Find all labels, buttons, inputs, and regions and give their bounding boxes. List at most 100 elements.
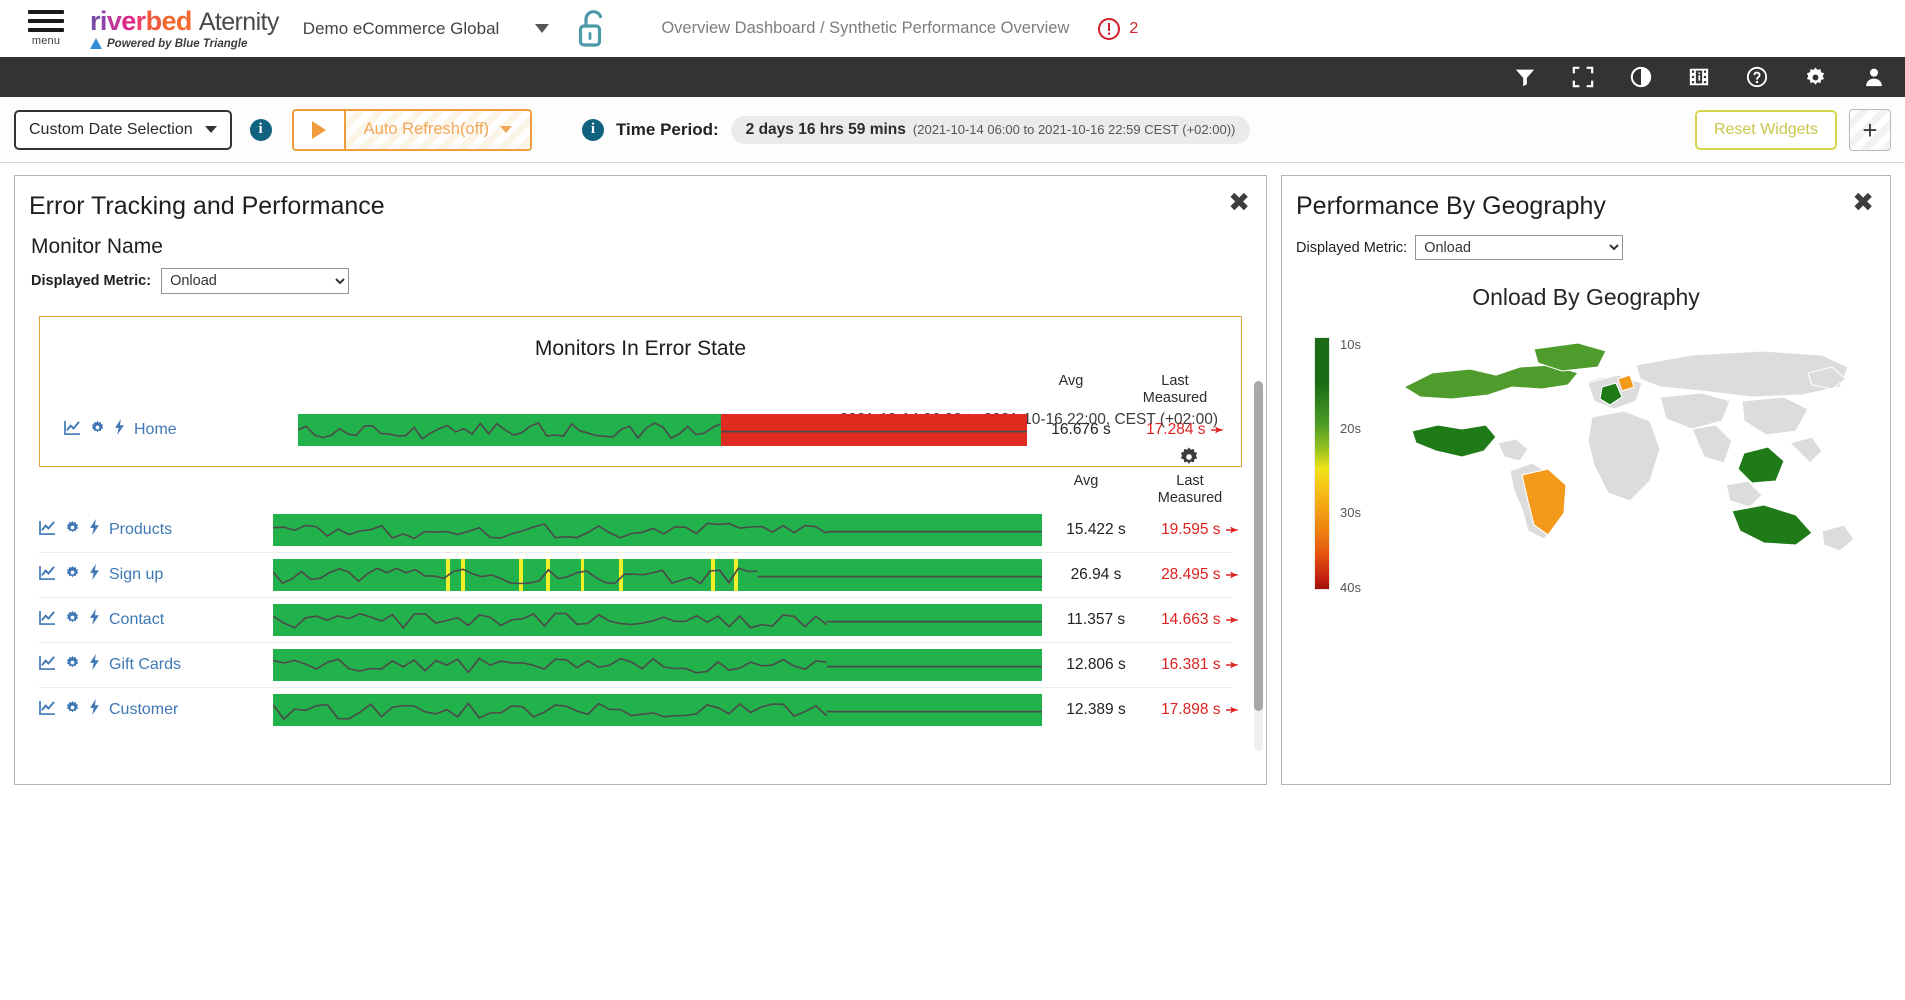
col-header-last-measured: Last Measured xyxy=(1157,472,1223,507)
monitor-name-link[interactable]: Gift Cards xyxy=(109,656,181,674)
monitor-name-link[interactable]: Sign up xyxy=(109,566,163,584)
monitor-last-measured-value: 14.663 s ➛ xyxy=(1144,610,1256,630)
map-region-united-states[interactable] xyxy=(1411,424,1497,458)
row-gear-icon[interactable] xyxy=(90,420,105,440)
auto-refresh-label: Auto Refresh(off) xyxy=(363,120,489,138)
monitors-in-error-state-box: Monitors In Error State Avg Last Measured… xyxy=(39,316,1242,467)
lightning-bolt-icon[interactable] xyxy=(114,419,125,440)
world-map-area: 10s 20s 30s 40s xyxy=(1282,325,1890,715)
monitor-sparkline[interactable] xyxy=(273,513,1042,546)
chart-icon[interactable] xyxy=(39,700,56,720)
monitor-sparkline[interactable] xyxy=(298,413,1027,446)
lightning-bolt-icon[interactable] xyxy=(89,564,100,585)
monitor-last-measured-value: 19.595 s ➛ xyxy=(1144,520,1256,540)
monitor-row[interactable]: Sign up 26.94 s 28.495 s ➛ xyxy=(15,553,1256,597)
chevron-down-icon xyxy=(499,126,512,133)
monitor-row[interactable]: Products 15.422 s 19.595 s ➛ xyxy=(15,508,1256,552)
brand-logo-block: riverbed Aternity Powered by Blue Triangl… xyxy=(90,7,279,50)
monitor-sparkline[interactable] xyxy=(273,648,1042,681)
legend-tick-40s: 40s xyxy=(1340,580,1361,595)
panel-settings-gear-icon[interactable] xyxy=(1178,446,1200,473)
time-period-range: (2021-10-14 06:00 to 2021-10-16 22:59 CE… xyxy=(912,121,1236,137)
hamburger-icon xyxy=(28,10,64,32)
monitor-last-measured-value: 28.495 s ➛ xyxy=(1144,565,1256,585)
row-gear-icon[interactable] xyxy=(65,700,80,720)
menu-label: menu xyxy=(31,35,61,47)
error-column-headers: Avg Last Measured xyxy=(40,373,1241,408)
filter-icon[interactable] xyxy=(1514,66,1536,88)
col-header-avg: Avg xyxy=(1073,472,1099,489)
settings-gear-icon[interactable] xyxy=(1804,66,1827,89)
filmstrip-info-icon[interactable] xyxy=(1688,66,1710,88)
displayed-metric-select[interactable]: Onload xyxy=(161,268,350,294)
lightning-bolt-icon[interactable] xyxy=(89,699,100,720)
color-legend: 10s 20s 30s 40s xyxy=(1314,337,1400,595)
monitor-sparkline[interactable] xyxy=(273,558,1042,591)
row-gear-icon[interactable] xyxy=(65,655,80,675)
chart-icon[interactable] xyxy=(64,420,81,440)
sparkline-path xyxy=(273,522,1042,539)
custom-date-selection-dropdown[interactable]: Custom Date Selection xyxy=(14,109,232,150)
last-measured-text: 14.663 s xyxy=(1161,610,1221,628)
help-icon[interactable] xyxy=(1746,66,1768,88)
time-period-info-icon[interactable]: i xyxy=(581,118,604,141)
monitor-avg-value: 12.389 s xyxy=(1066,700,1126,718)
monitor-row[interactable]: Gift Cards 12.806 s 16.381 s ➛ xyxy=(15,643,1256,687)
user-avatar-icon[interactable] xyxy=(1863,66,1885,88)
geo-displayed-metric-select[interactable]: Onload xyxy=(1415,235,1624,260)
map-region-australia[interactable] xyxy=(1731,504,1813,546)
map-region-canada[interactable] xyxy=(1402,364,1579,400)
lightning-bolt-icon[interactable] xyxy=(89,609,100,630)
row-gear-icon[interactable] xyxy=(65,565,80,585)
lightning-bolt-icon[interactable] xyxy=(89,519,100,540)
world-map-svg[interactable] xyxy=(1392,325,1862,575)
monitor-subheader: Monitor Name Displayed Metric: Onload xyxy=(15,221,1266,294)
lightning-bolt-icon[interactable] xyxy=(89,654,100,675)
chart-icon[interactable] xyxy=(39,655,56,675)
unlock-icon[interactable] xyxy=(575,7,611,51)
last-measured-text: 28.495 s xyxy=(1161,565,1221,583)
monitor-name-cell: Home xyxy=(40,419,298,440)
brand-header: menu riverbed Aternity Powered by Blue Tr… xyxy=(0,0,1905,57)
right-controls: Reset Widgets + xyxy=(1694,108,1891,151)
monitor-row[interactable]: Contact 11.357 s 14.663 s ➛ xyxy=(15,598,1256,642)
play-button[interactable] xyxy=(293,110,346,149)
alert-indicator[interactable]: 2 xyxy=(1097,17,1138,41)
trend-up-arrow-icon: ➛ xyxy=(1225,566,1239,584)
monitor-sparkline[interactable] xyxy=(273,603,1042,636)
last-measured-text: 16.381 s xyxy=(1161,655,1221,673)
date-info-icon[interactable]: i xyxy=(249,118,272,141)
auto-refresh-dropdown[interactable]: Auto Refresh(off) xyxy=(345,110,530,149)
tenant-chevron-down-icon[interactable] xyxy=(535,24,550,33)
reset-widgets-button[interactable]: Reset Widgets xyxy=(1694,109,1837,150)
fullscreen-icon[interactable] xyxy=(1572,66,1594,88)
map-region-india[interactable] xyxy=(1737,446,1785,484)
monitor-name-link[interactable]: Contact xyxy=(109,611,164,629)
monitor-name-link[interactable]: Home xyxy=(134,421,177,439)
chart-icon[interactable] xyxy=(39,610,56,630)
row-gear-icon[interactable] xyxy=(65,610,80,630)
chart-icon[interactable] xyxy=(39,565,56,585)
monitor-name-link[interactable]: Products xyxy=(109,521,172,539)
monitor-sparkline[interactable] xyxy=(273,693,1042,726)
legend-gradient-bar xyxy=(1314,337,1330,590)
contrast-icon[interactable] xyxy=(1630,66,1652,88)
monitor-name-cell: Customer xyxy=(15,699,273,720)
geo-displayed-metric-label: Displayed Metric: xyxy=(1296,239,1408,256)
panel-scrollbar-thumb[interactable] xyxy=(1254,381,1263,711)
legend-tick-10s: 10s xyxy=(1340,337,1361,352)
tenant-name[interactable]: Demo eCommerce Global xyxy=(303,19,500,39)
monitor-name-link[interactable]: Customer xyxy=(109,701,178,719)
monitor-avg-value: 12.806 s xyxy=(1066,655,1126,673)
monitor-name-header: Monitor Name xyxy=(31,235,163,258)
close-icon[interactable]: ✖ xyxy=(1852,190,1874,216)
chart-icon[interactable] xyxy=(39,520,56,540)
blue-triangle-icon xyxy=(90,38,102,49)
menu-button[interactable]: menu xyxy=(14,10,78,47)
row-gear-icon[interactable] xyxy=(65,520,80,540)
time-period-pill: 2 days 16 hrs 59 mins (2021-10-14 06:00 … xyxy=(730,115,1251,144)
panel-title: Error Tracking and Performance xyxy=(29,192,385,220)
close-icon[interactable]: ✖ xyxy=(1228,190,1250,216)
monitor-row[interactable]: Customer 12.389 s 17.898 s ➛ xyxy=(15,688,1256,732)
add-widget-button[interactable]: + xyxy=(1849,108,1891,151)
